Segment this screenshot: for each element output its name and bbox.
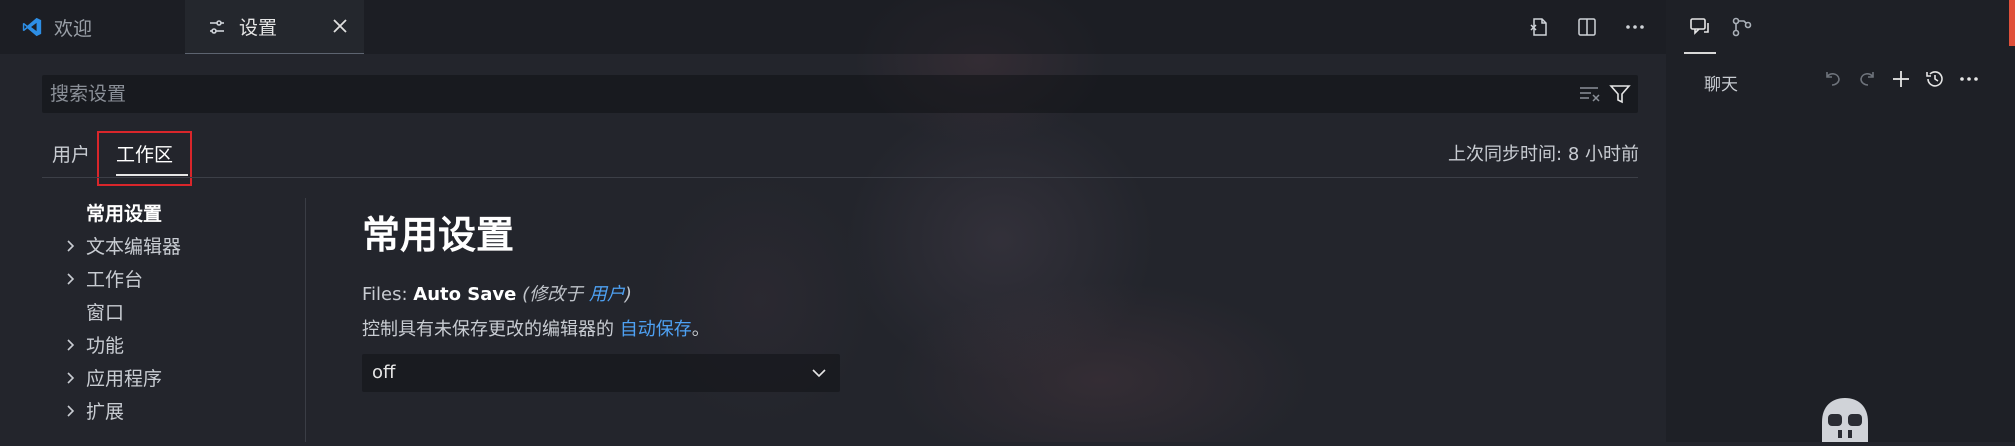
toc-item-label: 功能 [86, 335, 125, 357]
toc-item-extensions[interactable]: 扩展 [42, 394, 304, 427]
tab-settings-label: 设置 [239, 17, 278, 39]
auto-save-select[interactable]: off [362, 354, 840, 392]
tab-settings[interactable]: 设置 [185, 0, 364, 54]
settings-sliders-icon [205, 15, 229, 39]
toc-item-features[interactable]: 功能 [42, 328, 304, 361]
split-editor-icon[interactable] [1574, 14, 1600, 40]
setting-category: Files: [362, 284, 414, 305]
editor-actions [1526, 14, 1666, 40]
toc-item-label: 扩展 [86, 401, 125, 423]
panel-tabs [1666, 0, 2015, 54]
chevron-right-icon [62, 237, 78, 253]
editor-tab-bar: 欢迎 设置 [0, 0, 1666, 54]
modified-indicator: (修改于 用户) [522, 284, 632, 305]
chevron-right-icon [62, 369, 78, 385]
history-icon[interactable] [1922, 66, 1948, 92]
section-title: 常用设置 [362, 213, 515, 257]
desc-prefix: 控制具有未保存更改的编辑器的 [362, 319, 620, 340]
chevron-right-icon [62, 270, 78, 286]
desc-suffix: 。 [691, 319, 710, 340]
toc-item-label: 窗口 [86, 302, 125, 324]
toc-item-label: 文本编辑器 [86, 236, 182, 258]
settings-search [42, 75, 1638, 113]
sync-status: 上次同步时间: 8 小时前 [1448, 144, 1639, 165]
chevron-down-icon [810, 364, 828, 382]
tab-user-label: 用户 [52, 144, 91, 166]
auto-save-link[interactable]: 自动保存 [620, 319, 692, 340]
redo-icon[interactable] [1854, 66, 1880, 92]
tab-welcome-label: 欢迎 [54, 17, 93, 40]
source-control-graph-icon[interactable] [1728, 14, 1756, 40]
active-panel-underline [1684, 52, 1716, 54]
more-actions-icon[interactable] [1622, 14, 1648, 40]
divider [42, 177, 1638, 178]
chevron-right-icon [62, 336, 78, 352]
more-actions-icon[interactable] [1956, 66, 1982, 92]
toc-item-label: 常用设置 [86, 203, 163, 225]
chat-icon[interactable] [1686, 14, 1714, 40]
chat-panel: 聊天 [1666, 0, 2015, 442]
tab-user-scope[interactable]: 用户 [52, 140, 90, 180]
close-icon[interactable] [330, 16, 350, 36]
setting-key: Auto Save [413, 284, 517, 305]
modified-suffix: ) [624, 284, 632, 305]
toc-item-workbench[interactable]: 工作台 [42, 262, 304, 295]
toc-item-label: 应用程序 [86, 368, 163, 390]
modified-prefix: (修改于 [522, 284, 589, 305]
toc-item-application[interactable]: 应用程序 [42, 361, 304, 394]
tab-welcome[interactable]: 欢迎 [0, 0, 185, 54]
toc-item-window[interactable]: 窗口 [42, 295, 304, 328]
clear-filter-icon[interactable] [1578, 84, 1602, 104]
open-settings-json-icon[interactable] [1526, 14, 1552, 40]
undo-icon[interactable] [1820, 66, 1846, 92]
vscode-logo-icon [20, 15, 44, 39]
toc-item-text-editor[interactable]: 文本编辑器 [42, 229, 304, 262]
add-icon[interactable] [1888, 66, 1914, 92]
toc-item-common[interactable]: 常用设置 [42, 196, 304, 229]
toc-item-label: 工作台 [86, 269, 144, 291]
settings-toc: 常用设置 文本编辑器 工作台 窗口 功能 应用程序 扩展 [42, 196, 304, 427]
setting-title: Files: Auto Save (修改于 用户) [362, 280, 632, 306]
chat-title: 聊天 [1704, 75, 1738, 95]
toc-divider [305, 198, 306, 442]
setting-description: 控制具有未保存更改的编辑器的 自动保存。 [362, 315, 710, 341]
settings-editor: 欢迎 设置 搜索设置 用户 工作区 上次同步时间: 8 小时前 常用设置 文本编… [0, 0, 1666, 442]
search-input[interactable] [42, 75, 1542, 113]
chevron-right-icon [62, 402, 78, 418]
copilot-logo-icon [1810, 392, 1880, 442]
filter-icon[interactable] [1608, 83, 1632, 105]
select-value: off [372, 362, 396, 383]
modified-in-user-link[interactable]: 用户 [589, 284, 625, 305]
